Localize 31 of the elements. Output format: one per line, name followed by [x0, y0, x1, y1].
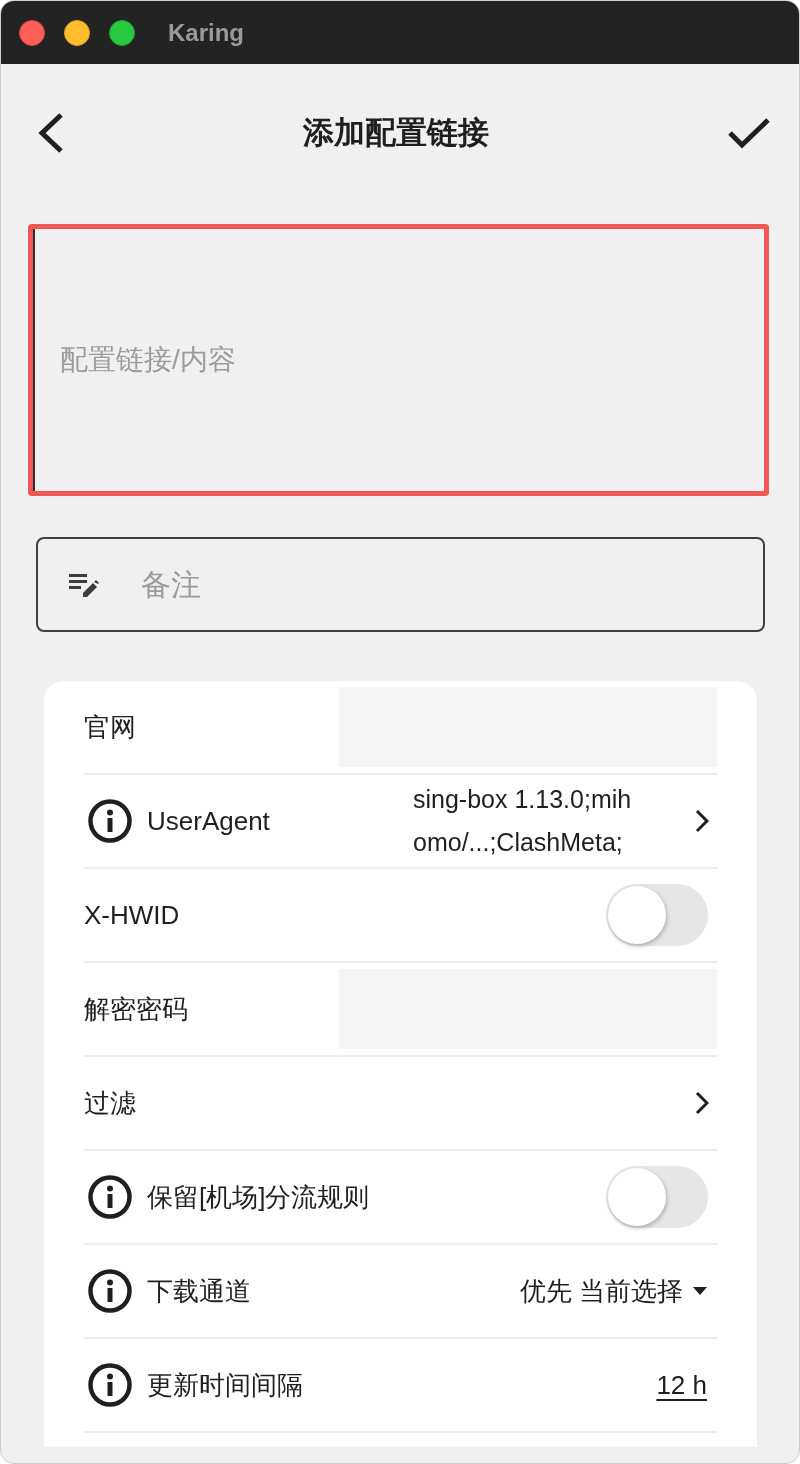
check-icon[interactable] [728, 117, 770, 149]
info-icon[interactable] [88, 1363, 132, 1407]
setting-label: X-HWID [84, 899, 180, 931]
info-icon[interactable] [88, 1175, 132, 1219]
remark-input-field[interactable]: 备注 [36, 537, 765, 632]
info-icon[interactable] [88, 799, 132, 843]
setting-label: UserAgent [147, 805, 270, 837]
user-agent-text: omo/...;ClashMeta; [413, 827, 624, 858]
page-title: 添加配置链接 [303, 114, 489, 152]
toggle-switch[interactable] [606, 1166, 708, 1228]
notes-edit-icon [69, 573, 99, 597]
info-icon[interactable] [88, 1269, 132, 1313]
setting-label: 下载通道 [147, 1274, 251, 1308]
back-icon[interactable] [38, 112, 64, 154]
user-agent-text: sing-box 1.13.0;mih [413, 784, 633, 815]
caret-down-icon [693, 1287, 707, 1295]
link-input-field[interactable]: 配置链接/内容 [28, 224, 769, 496]
setting-label: 保留[机场]分流规则 [147, 1180, 370, 1214]
dropdown-button[interactable]: 优先 当前选择 [519, 1273, 717, 1309]
chevron-right-icon[interactable] [695, 809, 709, 833]
setting-label: 过滤 [84, 1086, 136, 1120]
setting-label: 更新时间间隔 [147, 1368, 303, 1402]
minimize-icon[interactable] [64, 19, 90, 46]
chevron-right-icon[interactable] [695, 1091, 709, 1115]
toggle-switch[interactable] [606, 884, 708, 946]
window-title: Karing [168, 18, 244, 47]
interval-link[interactable]: 12 h [656, 1369, 707, 1401]
maximize-icon[interactable] [109, 19, 135, 46]
close-icon[interactable] [19, 19, 45, 46]
setting-label: 解密密码 [84, 992, 188, 1026]
setting-label: 官网 [84, 710, 136, 744]
